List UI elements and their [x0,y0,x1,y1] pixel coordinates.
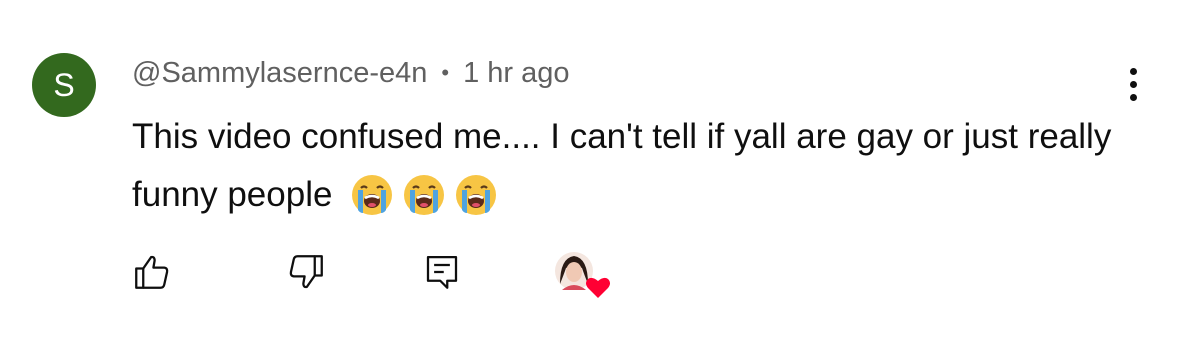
comment-text: This video confused me.... I can't tell … [132,108,1112,224]
avatar-letter: S [53,66,75,103]
comment-card: S @Sammylasernce-e4n • 1 hr ago This vid… [0,0,1200,356]
comment-body: This video confused me.... I can't tell … [132,117,1112,214]
more-vertical-icon[interactable] [1116,64,1152,104]
timestamp[interactable]: 1 hr ago [463,57,569,90]
like-button[interactable] [130,250,174,294]
reply-button[interactable] [420,250,464,294]
thumbs-up-icon [135,255,169,289]
creator-heart-icon [586,277,610,298]
avatar[interactable]: S [32,53,96,117]
creator-avatar [555,252,610,298]
comment-header: @Sammylasernce-e4n • 1 hr ago [132,55,570,91]
loudly-crying-face-icon [352,174,393,215]
loudly-crying-face-icon [404,174,445,215]
dislike-button[interactable] [284,250,328,294]
comment-reply-icon [426,255,458,289]
creator-heart-badge [554,250,614,300]
separator-dot: • [441,60,450,85]
loudly-crying-face-icon [456,174,497,215]
emoji-group [342,164,498,222]
thumbs-down-icon [289,255,323,289]
author-name[interactable]: @Sammylasernce-e4n [132,57,427,90]
